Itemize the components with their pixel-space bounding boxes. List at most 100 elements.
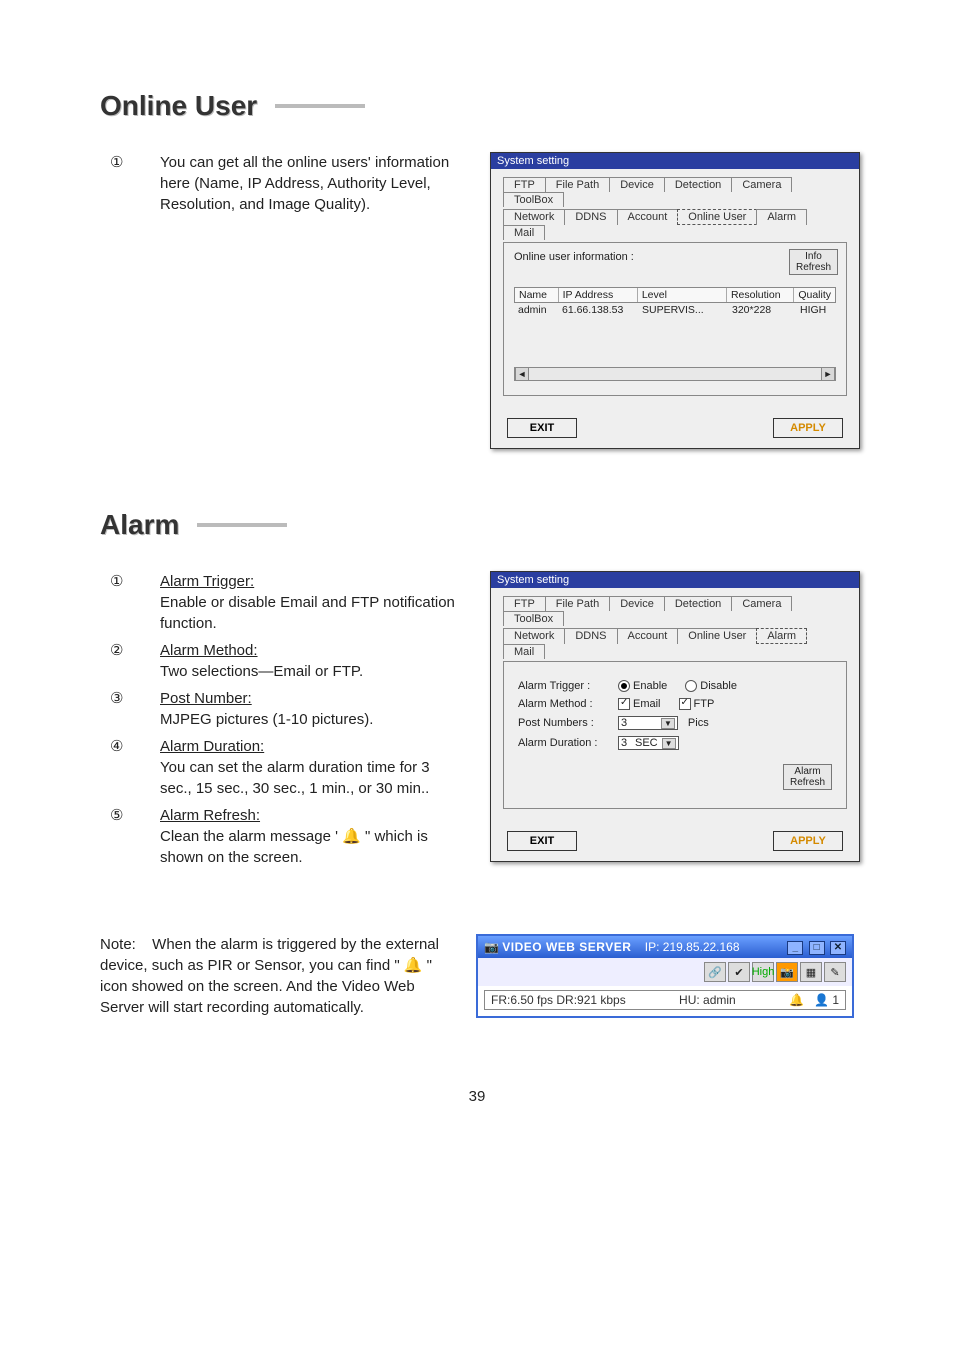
status-mid: HU: admin	[679, 993, 736, 1007]
connect-icon[interactable]: 🔗	[704, 962, 726, 982]
alarm-bell-icon: 🔔	[789, 993, 804, 1007]
tab-alarm[interactable]: Alarm	[756, 628, 807, 644]
quality-high-button[interactable]: High	[752, 962, 774, 982]
alarm-label: Alarm	[790, 766, 825, 777]
alarm-refresh-button[interactable]: Alarm Refresh	[783, 764, 832, 790]
bullet-glyph: ①	[110, 571, 160, 634]
cell-ip: 61.66.138.53	[558, 303, 638, 317]
exit-button[interactable]: EXIT	[507, 418, 577, 438]
layout-icon[interactable]: ▦	[800, 962, 822, 982]
tab-camera[interactable]: Camera	[731, 177, 792, 192]
note-text-pre: When the alarm is triggered by the exter…	[100, 936, 439, 974]
section-title-online-user: Online User	[100, 90, 854, 122]
tab-device[interactable]: Device	[609, 596, 665, 611]
alarm-dialog: System setting FTP File Path Device Dete…	[490, 571, 860, 862]
scroll-left-icon[interactable]: ◄	[515, 368, 529, 380]
post-number-select[interactable]: 3 ▼	[618, 716, 678, 730]
scroll-right-icon[interactable]: ►	[821, 368, 835, 380]
tab-device[interactable]: Device	[609, 177, 665, 192]
exit-button[interactable]: EXIT	[507, 831, 577, 851]
tab-ddns[interactable]: DDNS	[564, 628, 617, 644]
user-icon: 👤	[814, 993, 829, 1007]
bullet-body: You can set the alarm duration time for …	[160, 759, 430, 797]
tab-toolbox[interactable]: ToolBox	[503, 611, 564, 626]
window-buttons: _ □ ✕	[785, 939, 846, 955]
tabs-row-2: Network DDNS Account Online User Alarm M…	[503, 628, 847, 659]
tab-ddns[interactable]: DDNS	[564, 209, 617, 225]
dur-value: 3	[621, 737, 635, 749]
panel-label: Online user information :	[514, 251, 634, 263]
tabs-row-2: Network DDNS Account Online User Alarm M…	[503, 209, 847, 240]
chevron-down-icon: ▼	[661, 718, 675, 729]
bullet-text-1: You can get all the online users' inform…	[160, 152, 460, 215]
tab-network[interactable]: Network	[503, 209, 565, 225]
tab-detection[interactable]: Detection	[664, 596, 732, 611]
online-user-dialog: System setting FTP File Path Device Dete…	[490, 152, 860, 449]
tab-online-user[interactable]: Online User	[677, 209, 757, 225]
tab-account[interactable]: Account	[617, 628, 679, 644]
duration-select[interactable]: 3 SEC ▼	[618, 736, 679, 750]
app-name: VIDEO WEB SERVER	[502, 940, 631, 954]
settings-icon[interactable]: ✎	[824, 962, 846, 982]
record-toggle-icon[interactable]: ✔	[728, 962, 750, 982]
col-ip: IP Address	[559, 288, 638, 302]
status-left: FR:6.50 fps DR:921 kbps	[491, 993, 626, 1007]
tab-mail[interactable]: Mail	[503, 225, 545, 240]
ip-label: IP: 219.85.22.168	[645, 940, 740, 954]
bullet-glyph: ③	[110, 688, 160, 730]
cell-res: 320*228	[728, 303, 796, 317]
tab-ftp[interactable]: FTP	[503, 177, 546, 192]
radio-enable[interactable]	[618, 680, 630, 692]
table-row[interactable]: admin 61.66.138.53 SUPERVIS... 320*228 H…	[514, 303, 836, 317]
info-refresh-button[interactable]: Info Refresh	[789, 249, 838, 275]
apply-button[interactable]: APPLY	[773, 418, 843, 438]
bullet-glyph: ④	[110, 736, 160, 799]
vws-toolbar: 🔗 ✔ High 📸 ▦ ✎	[478, 958, 852, 986]
tab-network[interactable]: Network	[503, 628, 565, 644]
col-res: Resolution	[727, 288, 794, 302]
check-email[interactable]	[618, 698, 630, 710]
dialog-title: System setting	[491, 153, 859, 169]
apply-button[interactable]: APPLY	[773, 831, 843, 851]
tab-filepath[interactable]: File Path	[545, 596, 610, 611]
label-disable: Disable	[700, 680, 737, 692]
alarm-panel: Alarm Trigger : Enable Disable Alarm Met…	[503, 661, 847, 809]
bullet-body: MJPEG pictures (1-10 pictures).	[160, 711, 373, 728]
tab-filepath[interactable]: File Path	[545, 177, 610, 192]
alarm-bell-icon: 🔔	[404, 957, 423, 974]
cell-name: admin	[514, 303, 558, 317]
camera-icon: 📷	[484, 940, 499, 954]
tab-toolbox[interactable]: ToolBox	[503, 192, 564, 207]
tab-online-user[interactable]: Online User	[677, 628, 757, 644]
tab-ftp[interactable]: FTP	[503, 596, 546, 611]
alarm-bell-icon: 🔔	[342, 828, 361, 845]
title-text: Alarm	[100, 509, 179, 541]
bullet-head: Alarm Duration:	[160, 738, 264, 755]
section-title-alarm: Alarm	[100, 509, 854, 541]
title-rule	[275, 104, 365, 108]
radio-disable[interactable]	[685, 680, 697, 692]
minimize-icon[interactable]: _	[787, 941, 803, 955]
tab-detection[interactable]: Detection	[664, 177, 732, 192]
bullet-glyph: ⑤	[110, 805, 160, 868]
close-icon[interactable]: ✕	[830, 941, 846, 955]
user-table-header: Name IP Address Level Resolution Quality	[514, 287, 836, 303]
dur-unit: SEC	[635, 737, 658, 749]
title-text: Online User	[100, 90, 257, 122]
horiz-scrollbar[interactable]: ◄ ►	[514, 367, 836, 381]
maximize-icon[interactable]: □	[809, 941, 825, 955]
snapshot-icon[interactable]: 📸	[776, 962, 798, 982]
label-enable: Enable	[633, 680, 667, 692]
check-ftp[interactable]	[679, 698, 691, 710]
info-label: Info	[796, 251, 831, 262]
label-email: Email	[633, 698, 661, 710]
bullet-head: Alarm Trigger:	[160, 573, 254, 590]
tab-mail[interactable]: Mail	[503, 644, 545, 659]
tab-camera[interactable]: Camera	[731, 596, 792, 611]
label-method: Alarm Method :	[518, 698, 618, 710]
tab-account[interactable]: Account	[617, 209, 679, 225]
tab-alarm[interactable]: Alarm	[756, 209, 807, 225]
col-level: Level	[638, 288, 727, 302]
bullet-glyph-1: ①	[110, 152, 160, 215]
video-web-server-window: 📷 VIDEO WEB SERVER IP: 219.85.22.168 _ □…	[476, 934, 854, 1018]
